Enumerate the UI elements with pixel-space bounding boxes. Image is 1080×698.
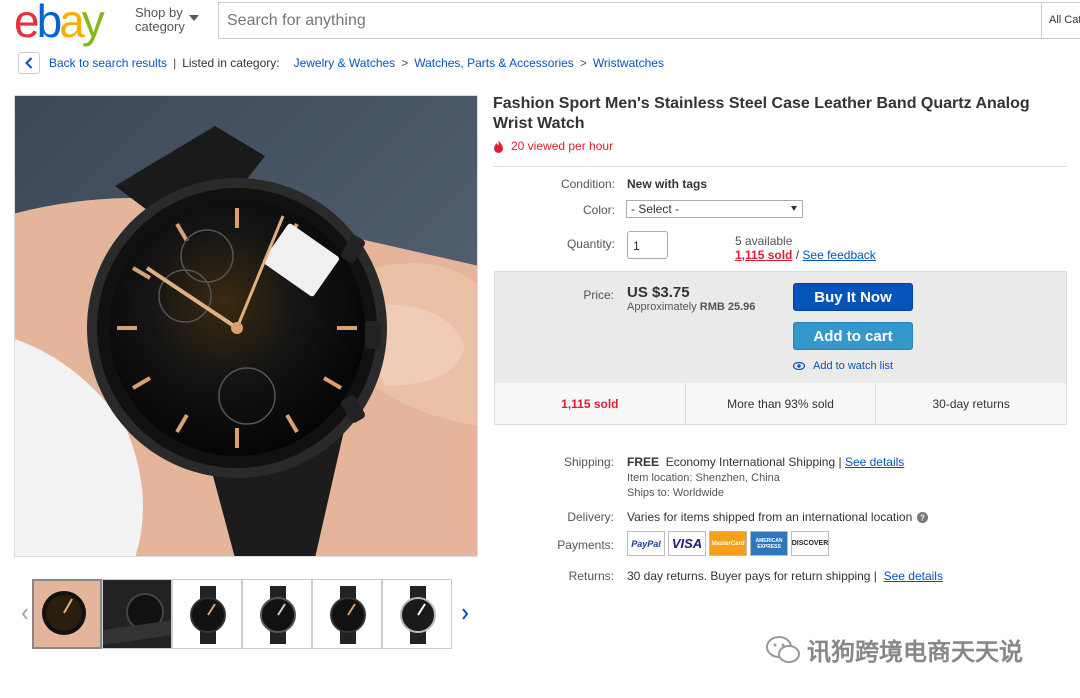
product-title: Fashion Sport Men's Stainless Steel Case… [493,95,1030,132]
price-area: Price: US $3.75 Approximately RMB 25.96 … [495,272,1066,383]
thumbnail-image [260,586,296,644]
condition-label: Condition: [560,177,615,191]
item-location: Item location: Shenzhen, China [627,472,780,484]
thumbnail-5[interactable] [312,579,382,649]
thumbnail-image [400,586,436,644]
watch-list-label: Add to watch list [813,360,894,372]
thumbnail-6[interactable] [382,579,452,649]
back-button[interactable] [18,52,40,74]
breadcrumb-arrow: > [579,56,587,70]
returns-details-link[interactable]: See details [884,569,943,583]
returns-text: 30 day returns. Buyer pays for return sh… [627,569,877,583]
quantity-input[interactable]: 1 [627,231,668,259]
thumbnail-image [34,581,100,647]
delivery-value: Varies for items shipped from an interna… [627,510,929,524]
wechat-icon [766,635,800,663]
shipping-label: Shipping: [563,455,614,469]
thumbnail-next-button[interactable] [458,604,472,624]
sold-link[interactable]: 1,115 sold [735,248,792,262]
stat-percent-sold: More than 93% sold [686,383,877,424]
ebay-logo[interactable]: ebay [14,0,105,46]
condition-value: New with tags [627,177,708,191]
breadcrumb-separator: | [173,56,177,70]
see-feedback-link[interactable]: See feedback [802,248,875,262]
viewed-text: 20 viewed per hour [511,139,614,153]
thumbnail-1[interactable] [32,579,102,649]
price-label: Price: [583,288,614,302]
sold-feedback: 1,115 sold / See feedback [735,248,876,262]
feedback-separator: / [795,248,800,262]
chevron-right-icon [462,608,469,620]
stats-bar: 1,115 sold More than 93% sold 30-day ret… [495,383,1066,424]
breadcrumb-arrow: > [401,56,409,70]
buy-it-now-button[interactable]: Buy It Now [793,283,913,311]
watermark: 讯狗跨境电商天天说 [765,632,1023,667]
shop-by-category-button[interactable]: Shop by category [135,5,199,34]
eye-icon [793,362,805,370]
approx-value: RMB 25.96 [699,301,756,313]
chevron-left-icon [25,57,33,69]
breadcrumb-item-watches-parts[interactable]: Watches, Parts & Accessories [414,56,574,70]
price-value: US $3.75 [627,284,690,301]
discover-icon: DISCOVER [791,531,829,556]
delivery-label: Delivery: [567,510,614,524]
fire-icon [494,139,503,153]
breadcrumb-item-jewelry[interactable]: Jewelry & Watches [294,56,396,70]
visa-icon: VISA [668,531,706,556]
returns-value: 30 day returns. Buyer pays for return sh… [627,569,943,583]
price-box: Price: US $3.75 Approximately RMB 25.96 … [494,271,1067,425]
stat-returns: 30-day returns [932,396,1010,411]
listed-in-label: Listed in category: [182,56,280,70]
paypal-icon: PayPal [627,531,665,556]
watermark-text: 讯狗跨境电商天天说 [807,639,1023,666]
all-categories-select[interactable]: All Cat [1042,2,1080,39]
returns-label: Returns: [568,569,614,583]
shop-by-line1: Shop by [135,5,183,20]
color-select[interactable]: - Select - [626,200,803,218]
svg-text:?: ? [920,513,925,522]
quantity-label: Quantity: [566,237,615,251]
add-to-cart-button[interactable]: Add to cart [793,322,913,350]
thumbnail-image [190,586,226,644]
delivery-text: Varies for items shipped from an interna… [627,510,913,524]
payment-methods: PayPal VISA MasterCard AMERICAN EXPRESS … [627,531,832,556]
breadcrumb: Back to search results | Listed in categ… [18,52,664,74]
stat-sold: 1,115 sold [495,383,686,424]
amex-icon: AMERICAN EXPRESS [750,531,788,556]
shipping-value: FREE Economy International Shipping | Se… [627,455,904,469]
color-label: Color: [582,203,615,217]
main-product-image[interactable] [14,95,478,557]
divider [493,166,1067,167]
thumbnail-prev-button[interactable] [18,604,32,624]
ships-to: Ships to: Worldwide [627,487,725,499]
back-to-search-link[interactable]: Back to search results [49,56,167,70]
watch-photo [15,96,477,556]
chevron-down-icon [189,15,199,21]
thumbnail-2[interactable] [102,579,172,649]
add-to-watch-list-link[interactable]: Add to watch list [793,360,893,372]
payments-label: Payments: [557,538,614,552]
thumbnail-strip [18,578,472,650]
thumbnail-3[interactable] [172,579,242,649]
mastercard-icon: MasterCard [709,531,747,556]
approx-price: Approximately RMB 25.96 [627,301,755,313]
help-icon[interactable]: ? [917,511,929,523]
thumbnail-image [103,580,171,648]
free-shipping: FREE [627,455,660,469]
thumbnail-image [330,586,366,644]
search-input[interactable]: Search for anything [218,2,1042,39]
shipping-method: Economy International Shipping | [665,455,842,469]
shop-by-line2: category [135,19,185,34]
color-select-value: - Select - [631,202,680,216]
dropdown-arrow-icon [791,206,797,211]
available-text: 5 available [735,234,793,248]
header: ebay Shop by category Search for anythin… [0,0,1080,46]
chevron-left-icon [21,608,28,620]
breadcrumb-item-wristwatches[interactable]: Wristwatches [593,56,664,70]
viewed-per-hour: 20 viewed per hour [493,139,613,153]
thumbnail-4[interactable] [242,579,312,649]
shipping-details-link[interactable]: See details [845,455,904,469]
approx-prefix: Approximately [627,301,697,313]
